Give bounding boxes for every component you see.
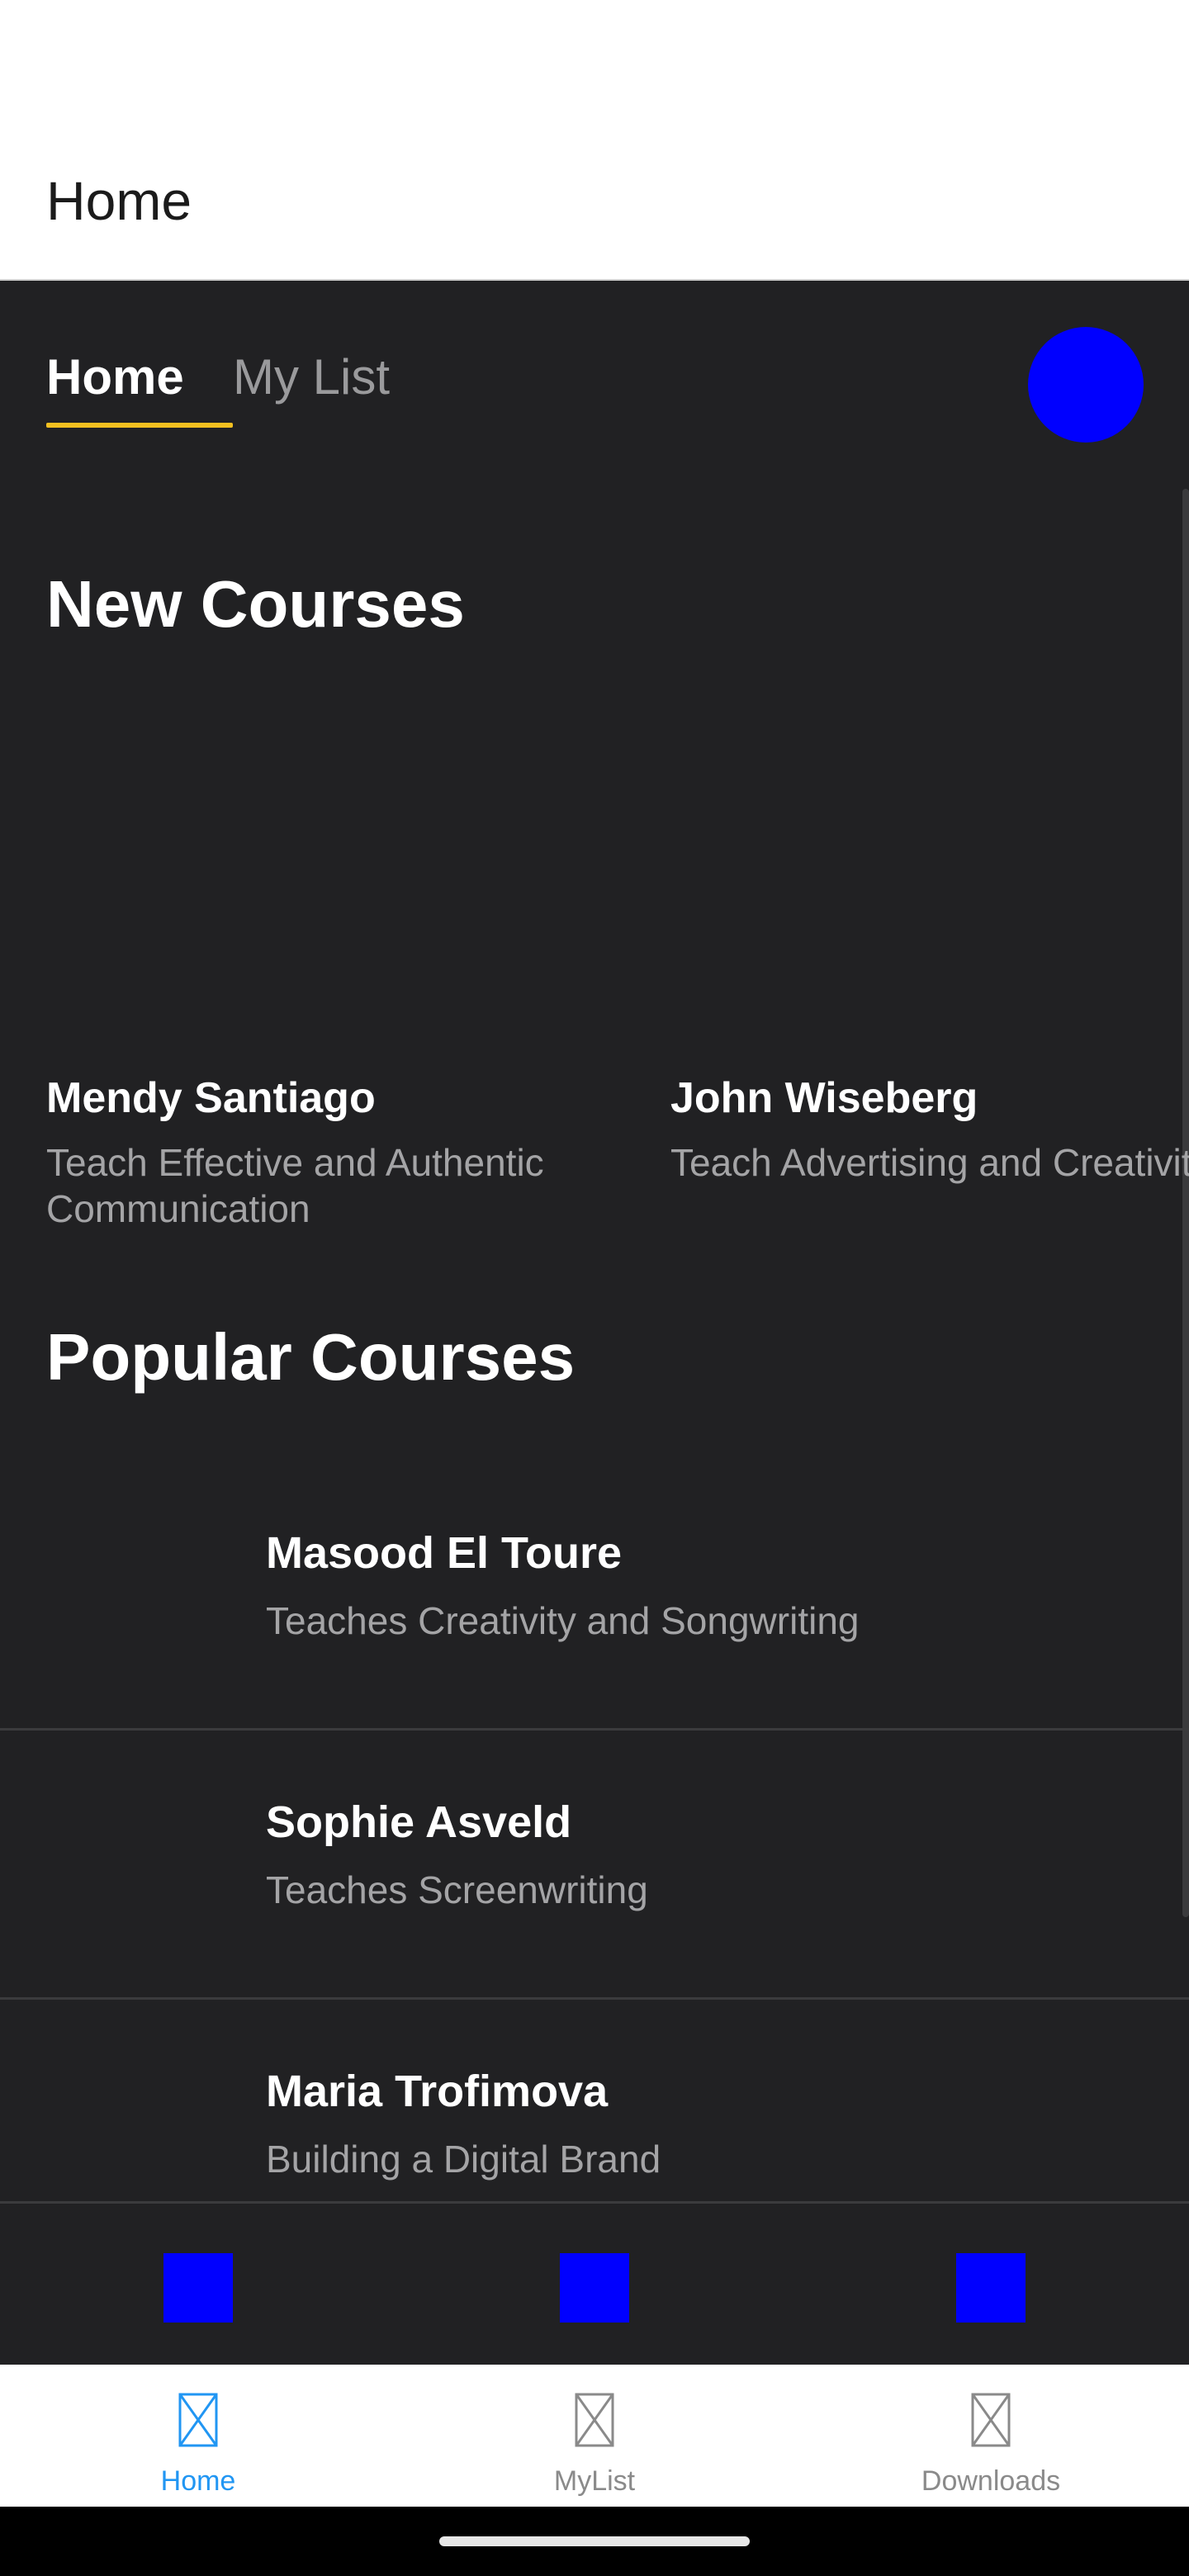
course-thumbnail[interactable] — [670, 743, 1189, 1040]
list-item[interactable]: Masood El Toure Teaches Creativity and S… — [0, 1461, 1189, 1731]
new-course-card[interactable]: Mendy Santiago Teach Effective and Authe… — [46, 1073, 624, 1232]
instructor-name: Maria Trofimova — [266, 2067, 609, 2116]
course-thumbnail — [46, 1772, 228, 1953]
list-item[interactable]: Sophie Asveld Teaches Screenwriting — [0, 1731, 1189, 2000]
course-thumbnail — [46, 2041, 228, 2201]
gesture-handle[interactable] — [439, 2536, 750, 2546]
instructor-name: John Wiseberg — [670, 1074, 978, 1122]
downloads-icon — [971, 2393, 1011, 2447]
course-thumbnail — [46, 1503, 228, 1684]
action-button-1[interactable] — [163, 2253, 233, 2323]
course-description: Teaches Screenwriting — [266, 1868, 648, 1911]
course-description: Teach Advertising and Creativity — [670, 1141, 1189, 1184]
popular-courses-heading: Popular Courses — [46, 1320, 576, 1394]
tab-indicator — [46, 423, 233, 428]
instructor-name: Masood El Toure — [266, 1528, 623, 1578]
nav-item-mylist[interactable]: MyList — [396, 2365, 793, 2507]
popular-course-list: Masood El Toure Teaches Creativity and S… — [0, 1461, 1189, 2201]
action-button-2[interactable] — [560, 2253, 629, 2323]
nav-label-downloads: Downloads — [921, 2465, 1061, 2497]
nav-item-downloads[interactable]: Downloads — [793, 2365, 1189, 2507]
action-bar — [0, 2201, 1189, 2365]
action-button-3[interactable] — [956, 2253, 1026, 2323]
app-bar: Home — [0, 0, 1189, 281]
profile-avatar[interactable] — [1028, 327, 1144, 443]
tab-home[interactable]: Home — [46, 348, 184, 405]
mylist-icon — [575, 2393, 614, 2447]
main-content[interactable]: Home My List New Courses Mendy Santiago … — [0, 281, 1189, 2201]
list-item[interactable]: Maria Trofimova Building a Digital Brand — [0, 2000, 1189, 2201]
course-description: Teach Effective and Authentic Communicat… — [46, 1141, 544, 1230]
course-description: Building a Digital Brand — [266, 2138, 661, 2181]
home-icon — [178, 2393, 218, 2447]
page-title: Home — [46, 170, 192, 231]
new-courses-heading: New Courses — [46, 567, 465, 641]
instructor-name: Mendy Santiago — [46, 1074, 376, 1122]
system-gesture-area — [0, 2507, 1189, 2576]
instructor-name: Sophie Asveld — [266, 1797, 572, 1847]
tab-my-list[interactable]: My List — [233, 348, 390, 405]
nav-label-mylist: MyList — [553, 2465, 636, 2497]
nav-label-home: Home — [160, 2465, 236, 2497]
bottom-navigation: Home MyList Downloads — [0, 2365, 1189, 2507]
course-thumbnail[interactable] — [46, 743, 575, 1040]
course-description: Teaches Creativity and Songwriting — [266, 1599, 860, 1642]
nav-item-home[interactable]: Home — [0, 2365, 396, 2507]
new-course-card[interactable]: John Wiseberg Teach Advertising and Crea… — [670, 1073, 1189, 1186]
